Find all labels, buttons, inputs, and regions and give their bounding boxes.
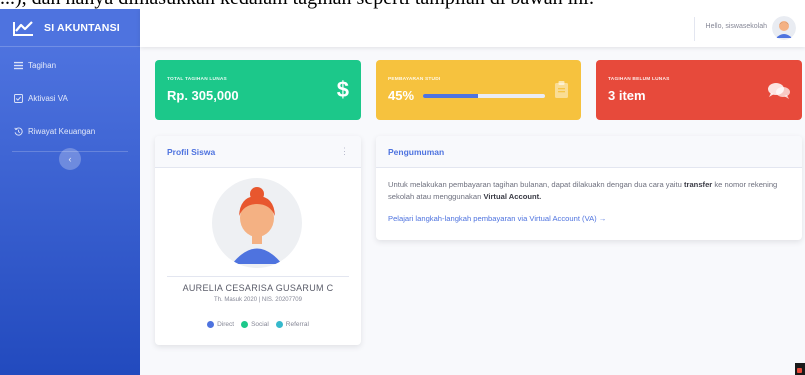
stat-label: TAGIHAN BELUM LUNAS [608,77,670,82]
brand-title: SI AKUNTANSI [44,21,120,34]
legend-item-referral: Referral [275,321,309,328]
legend-item-social: Social [241,321,269,328]
student-avatar [212,178,302,268]
stat-value: 3 item [608,88,646,103]
check-square-icon [14,94,23,103]
stat-value: 45% [388,88,415,103]
sidebar-item-aktivasi-va[interactable]: Aktivasi VA [0,82,140,115]
stat-label: TOTAL TAGIHAN LUNAS [167,77,227,82]
card-title: Profil Siswa [167,147,216,157]
sidebar-item-riwayat-keuangan[interactable]: Riwayat Keuangan [0,115,140,148]
student-avatar-icon [232,187,282,264]
chart-line-icon [13,20,33,36]
comments-icon [768,83,790,99]
kebab-menu-icon[interactable]: ⋮ [340,146,349,157]
va-guide-link[interactable]: Pelajari langkah-langkah pembayaran via … [388,214,606,223]
profile-divider [167,276,349,277]
stat-label: PEMBAYARAN STUDI [388,77,441,82]
sidebar-brand[interactable]: SI AKUNTANSI [0,9,140,47]
progress-bar [423,94,545,98]
page: ...), dan hanya dimasukkan kedalam tagih… [0,0,805,375]
corner-badge [795,363,805,375]
avatar-icon [772,16,796,40]
sidebar-item-label: Riwayat Keuangan [28,127,96,136]
document-text-fragment: ...), dan hanya dimasukkan kedalam tagih… [0,0,805,9]
stat-value: Rp. 305,000 [167,88,239,103]
chevron-left-icon: ‹ [68,154,72,164]
card-header: Pengumuman [376,136,802,168]
card-title: Pengumuman [388,147,445,157]
topbar-divider [694,17,695,41]
progress-bar-fill [423,94,478,98]
stat-card-unpaid: TAGIHAN BELUM LUNAS 3 item [596,60,802,120]
sidebar: SI AKUNTANSI Tagihan Aktivasi VA Riwayat… [0,9,140,375]
sidebar-item-tagihan[interactable]: Tagihan [0,49,140,82]
list-icon [14,61,23,70]
student-meta: Th. Masuk 2020 | NIS. 20207709 [214,297,302,303]
announcement-card: Pengumuman Untuk melakukan pembayaran ta… [376,136,802,240]
user-greeting[interactable]: Hello, siswasekolah [706,23,767,30]
announcement-text: Untuk melakukan pembayaran tagihan bulan… [388,180,778,201]
card-header: Profil Siswa ⋮ [155,136,361,168]
user-avatar[interactable] [772,16,796,40]
clipboard-icon [555,81,568,98]
dot-icon [207,321,215,328]
legend: Direct Social Referral [155,321,361,328]
history-icon [14,127,23,136]
student-name: AURELIA CESARISA GUSARUM C [182,283,334,293]
stat-card-total-paid: TOTAL TAGIHAN LUNAS Rp. 305,000 $ [155,60,361,120]
sidebar-item-label: Tagihan [28,61,57,70]
sidebar-toggle-button[interactable]: ‹ [59,148,81,170]
topbar: Hello, siswasekolah [140,9,805,47]
stat-card-study-payment: PEMBAYARAN STUDI 45% [376,60,581,120]
profile-card: Profil Siswa ⋮ AURELIA CESARISA GUSARUM … [155,136,361,345]
sidebar-item-label: Aktivasi VA [28,94,68,103]
dot-icon [241,321,249,328]
dot-icon [275,321,283,328]
dollar-icon: $ [336,77,349,102]
legend-item-direct: Direct [207,321,234,328]
